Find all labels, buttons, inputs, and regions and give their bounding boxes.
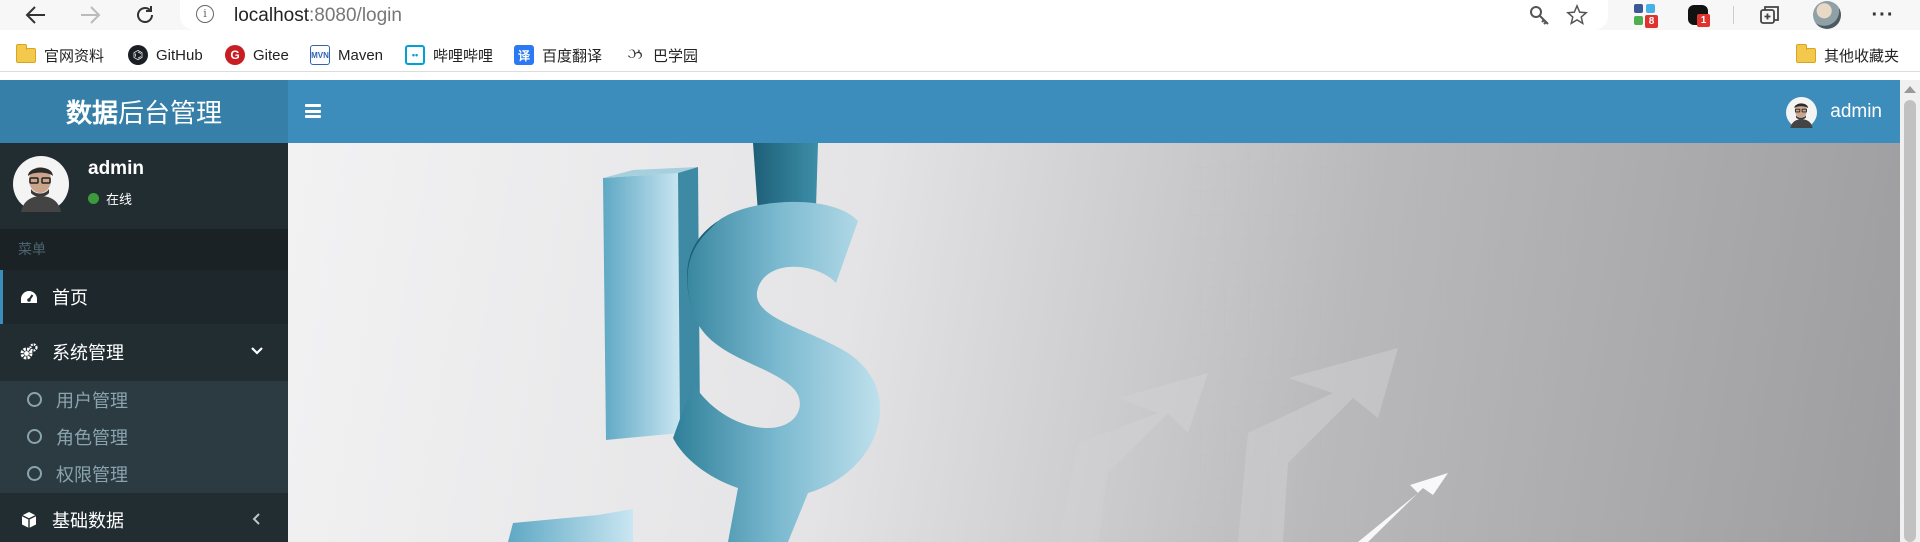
- address-bar[interactable]: i localhost:8080/login: [180, 0, 1608, 30]
- circle-icon: [27, 466, 42, 481]
- bookmark-item[interactable]: 官网资料: [15, 43, 105, 66]
- bxy-icon: ઝ: [625, 45, 645, 65]
- sidebar-item-home[interactable]: 首页: [0, 270, 288, 324]
- bookmark-label: 其他收藏夹: [1824, 47, 1900, 65]
- bookmark-label: GitHub: [156, 46, 203, 64]
- submenu-item-label: 用户管理: [56, 390, 128, 411]
- toolbar-divider: [1733, 6, 1734, 24]
- scroll-thumb[interactable]: [1904, 100, 1916, 542]
- nav-user-name: admin: [1830, 101, 1882, 122]
- menu-header: 菜单: [0, 229, 288, 270]
- submenu-system: 用户管理 角色管理 权限管理: [0, 381, 288, 493]
- maven-icon: MVN: [310, 45, 330, 65]
- banner-illustration: [508, 143, 1900, 542]
- bookmark-item[interactable]: ઝ 巴学园: [625, 44, 698, 66]
- sidebar: admin 在线 菜单 首页 系统管理 用户管理 角色管理 权限管理 基础数据: [0, 143, 288, 542]
- bookmark-item[interactable]: G Gitee: [225, 44, 289, 66]
- chevron-left-icon: [248, 510, 266, 528]
- bookmark-item[interactable]: •• 哔哩哔哩: [405, 44, 493, 66]
- arrow-right-icon: [81, 6, 101, 24]
- github-icon: ⌬: [128, 45, 148, 65]
- page-scrollbar[interactable]: [1900, 80, 1920, 542]
- cogs-icon: [20, 343, 38, 361]
- collections-icon[interactable]: [1755, 2, 1785, 28]
- brand-bold-text: 数据: [65, 98, 118, 128]
- site-info-icon[interactable]: i: [196, 5, 214, 23]
- extension-icon[interactable]: 8: [1630, 2, 1660, 28]
- folder-icon: [1795, 43, 1816, 63]
- sidebar-toggle-icon[interactable]: [305, 104, 321, 118]
- sidebar-item-label: 首页: [52, 288, 88, 308]
- extension-2-badge: 1: [1697, 14, 1710, 27]
- folder-icon: [15, 43, 36, 63]
- bookmark-item[interactable]: 译 百度翻译: [514, 44, 602, 66]
- bookmark-label: 巴学园: [653, 47, 699, 65]
- sidebar-item-label: 系统管理: [52, 343, 124, 363]
- bookmarks-bar: 官网资料 ⌬ GitHub G Gitee MVN Maven •• 哔哩哔哩 …: [0, 38, 1920, 72]
- forward-button[interactable]: [70, 0, 110, 30]
- content-banner: [288, 143, 1900, 542]
- user-menu[interactable]: admin: [1786, 96, 1882, 128]
- sidebar-item-label: 基础数据: [52, 511, 124, 531]
- profile-avatar[interactable]: [1812, 1, 1842, 29]
- reload-icon: [137, 6, 153, 23]
- bookmark-label: 百度翻译: [542, 47, 603, 65]
- bookmark-label: 哔哩哔哩: [433, 47, 494, 65]
- url-host: localhost: [234, 5, 309, 26]
- status-text: 在线: [106, 192, 133, 207]
- circle-icon: [27, 429, 42, 444]
- url-text[interactable]: localhost:8080/login: [234, 5, 402, 27]
- user-panel: admin 在线: [0, 143, 288, 223]
- extension-badge: 8: [1645, 15, 1658, 28]
- status-badge: 在线: [88, 189, 132, 208]
- url-path: :8080/login: [309, 5, 402, 26]
- back-button[interactable]: [16, 0, 56, 30]
- sidebar-user-name: admin: [88, 158, 144, 179]
- submenu-item-permissions[interactable]: 权限管理: [0, 455, 288, 492]
- submenu-item-roles[interactable]: 角色管理: [0, 418, 288, 455]
- browser-toolbar: i localhost:8080/login 8 1 ···: [0, 0, 1920, 30]
- extension-2-icon[interactable]: 1: [1683, 2, 1713, 28]
- bookmark-label: Maven: [338, 46, 384, 64]
- other-bookmarks[interactable]: 其他收藏夹: [1795, 43, 1900, 66]
- profile-icon: [1813, 1, 1841, 29]
- submenu-item-label: 角色管理: [56, 427, 128, 448]
- submenu-item-users[interactable]: 用户管理: [0, 381, 288, 418]
- cube-icon: [20, 511, 38, 529]
- dollar-graphic: [673, 143, 881, 542]
- arrow-left-icon: [25, 6, 45, 24]
- submenu-item-label: 权限管理: [56, 464, 128, 485]
- bookmark-item[interactable]: ⌬ GitHub: [128, 44, 203, 66]
- bookmark-item[interactable]: MVN Maven: [310, 44, 383, 66]
- sidebar-item-system[interactable]: 系统管理: [0, 325, 288, 379]
- online-dot-icon: [88, 193, 99, 204]
- bar-graphic: [508, 167, 700, 542]
- bookmark-label: Gitee: [253, 46, 289, 64]
- more-icon: ···: [1871, 3, 1895, 26]
- app-logo[interactable]: 数据 后台管理: [0, 80, 288, 143]
- user-avatar: [1786, 96, 1818, 128]
- key-icon[interactable]: [1526, 2, 1552, 28]
- bookmark-label: 官网资料: [44, 47, 105, 65]
- star-icon[interactable]: [1564, 2, 1590, 28]
- reload-button[interactable]: [125, 0, 165, 30]
- chevron-down-icon: [248, 342, 266, 360]
- sidebar-item-basic-data[interactable]: 基础数据: [0, 493, 288, 542]
- more-menu-button[interactable]: ···: [1868, 2, 1898, 28]
- circle-icon: [27, 392, 42, 407]
- user-avatar: [13, 156, 69, 212]
- brand-text: 后台管理: [118, 98, 223, 128]
- bilibili-icon: ••: [405, 45, 425, 65]
- scroll-up-icon[interactable]: [1904, 86, 1916, 93]
- top-navbar: admin: [288, 80, 1900, 143]
- gitee-icon: G: [225, 45, 245, 65]
- dashboard-icon: [20, 288, 38, 306]
- translate-icon: 译: [514, 45, 534, 65]
